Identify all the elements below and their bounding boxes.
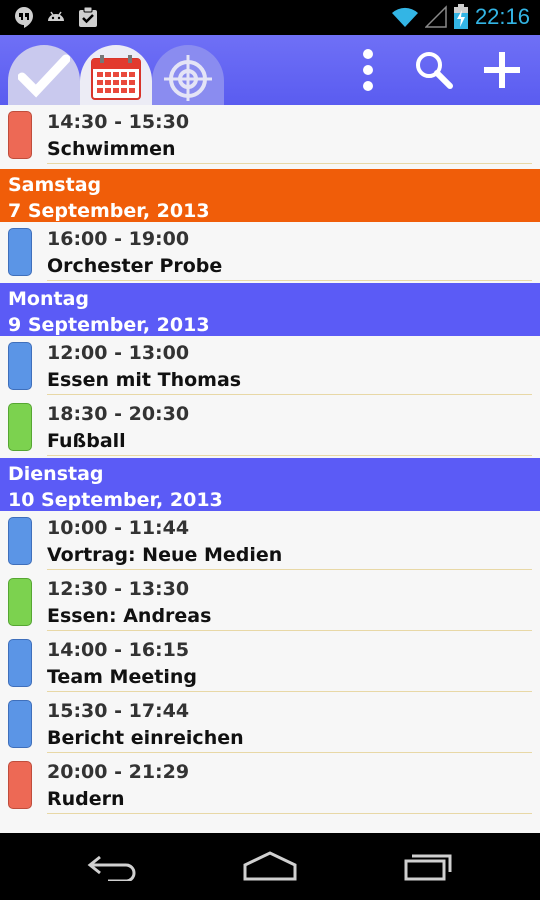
event-color-chip: [8, 700, 32, 748]
divider: [47, 280, 532, 281]
event-item[interactable]: 16:00 - 19:00 Orchester Probe: [0, 222, 540, 283]
status-time: 22:16: [474, 4, 530, 29]
signal-icon: [424, 5, 447, 28]
event-color-chip: [8, 228, 32, 276]
agenda-list[interactable]: 14:30 - 15:30 Schwimmen Samstag 7 Septem…: [0, 105, 540, 833]
home-icon: [243, 851, 297, 881]
event-item[interactable]: 18:30 - 20:30 Fußball: [0, 397, 540, 458]
day-header: Dienstag 10 September, 2013: [0, 458, 540, 511]
event-title: Fußball: [47, 430, 126, 452]
battery-charging-icon: [453, 4, 468, 29]
event-title: Essen mit Thomas: [47, 369, 242, 391]
clipboard-check-icon: [79, 6, 97, 27]
checkmark-icon: [18, 54, 70, 98]
status-bar: 22:16: [0, 0, 540, 35]
add-button[interactable]: [480, 47, 524, 93]
event-color-chip: [8, 761, 32, 809]
day-weekday: Samstag: [8, 174, 102, 196]
event-time: 12:30 - 13:30: [47, 578, 190, 600]
event-time: 16:00 - 19:00: [47, 228, 190, 250]
back-button[interactable]: [72, 843, 152, 889]
event-color-chip: [8, 403, 32, 451]
divider: [47, 394, 532, 395]
divider: [47, 752, 532, 753]
divider: [47, 569, 532, 570]
calendar-icon: [91, 55, 141, 100]
recent-apps-icon: [404, 854, 452, 881]
target-icon: [164, 55, 212, 101]
event-time: 18:30 - 20:30: [47, 403, 190, 425]
event-color-chip: [8, 111, 32, 159]
divider: [47, 813, 532, 814]
day-date: 9 September, 2013: [8, 314, 210, 336]
divider: [47, 691, 532, 692]
add-icon: [484, 52, 520, 88]
day-weekday: Dienstag: [8, 463, 104, 485]
event-title: Orchester Probe: [47, 255, 223, 277]
event-time: 14:30 - 15:30: [47, 111, 190, 133]
android-icon: [48, 11, 64, 21]
event-item[interactable]: 12:00 - 13:00 Essen mit Thomas: [0, 336, 540, 397]
back-icon: [87, 855, 136, 881]
day-date: 7 September, 2013: [8, 200, 210, 222]
event-item[interactable]: 14:30 - 15:30 Schwimmen: [0, 105, 540, 166]
event-item[interactable]: 14:00 - 16:15 Team Meeting: [0, 633, 540, 694]
event-item[interactable]: 20:00 - 21:29 Rudern: [0, 755, 540, 816]
overflow-menu-icon: [363, 49, 373, 91]
event-color-chip: [8, 578, 32, 626]
event-time: 15:30 - 17:44: [47, 700, 190, 722]
home-button[interactable]: [230, 843, 310, 889]
event-time: 14:00 - 16:15: [47, 639, 190, 661]
event-title: Rudern: [47, 788, 125, 810]
overflow-menu-button[interactable]: [346, 47, 390, 93]
divider: [47, 630, 532, 631]
tab-target[interactable]: [152, 45, 224, 105]
search-icon: [416, 52, 453, 89]
event-title: Essen: Andreas: [47, 605, 212, 627]
action-bar: [0, 35, 540, 105]
event-item[interactable]: 12:30 - 13:30 Essen: Andreas: [0, 572, 540, 633]
day-header: Montag 9 September, 2013: [0, 283, 540, 336]
hangouts-icon: [15, 7, 33, 28]
app-window: 22:16 14:30 - 15:30 Schwimmen Samstag 7 …: [0, 0, 540, 900]
event-time: 10:00 - 11:44: [47, 517, 190, 539]
event-color-chip: [8, 517, 32, 565]
day-header: Samstag 7 September, 2013: [0, 169, 540, 222]
event-title: Schwimmen: [47, 138, 176, 160]
divider: [47, 163, 532, 164]
search-button[interactable]: [412, 47, 456, 93]
day-weekday: Montag: [8, 288, 89, 310]
recent-apps-button[interactable]: [388, 843, 468, 889]
event-time: 12:00 - 13:00: [47, 342, 190, 364]
event-color-chip: [8, 342, 32, 390]
event-color-chip: [8, 639, 32, 687]
tab-calendar[interactable]: [80, 45, 152, 105]
wifi-icon: [391, 7, 418, 27]
tab-tasks[interactable]: [8, 45, 80, 105]
event-title: Vortrag: Neue Medien: [47, 544, 283, 566]
event-title: Bericht einreichen: [47, 727, 244, 749]
divider: [47, 455, 532, 456]
event-item[interactable]: 10:00 - 11:44 Vortrag: Neue Medien: [0, 511, 540, 572]
navigation-bar: [0, 833, 540, 900]
event-time: 20:00 - 21:29: [47, 761, 190, 783]
day-date: 10 September, 2013: [8, 489, 223, 511]
event-item[interactable]: 15:30 - 17:44 Bericht einreichen: [0, 694, 540, 755]
event-title: Team Meeting: [47, 666, 197, 688]
